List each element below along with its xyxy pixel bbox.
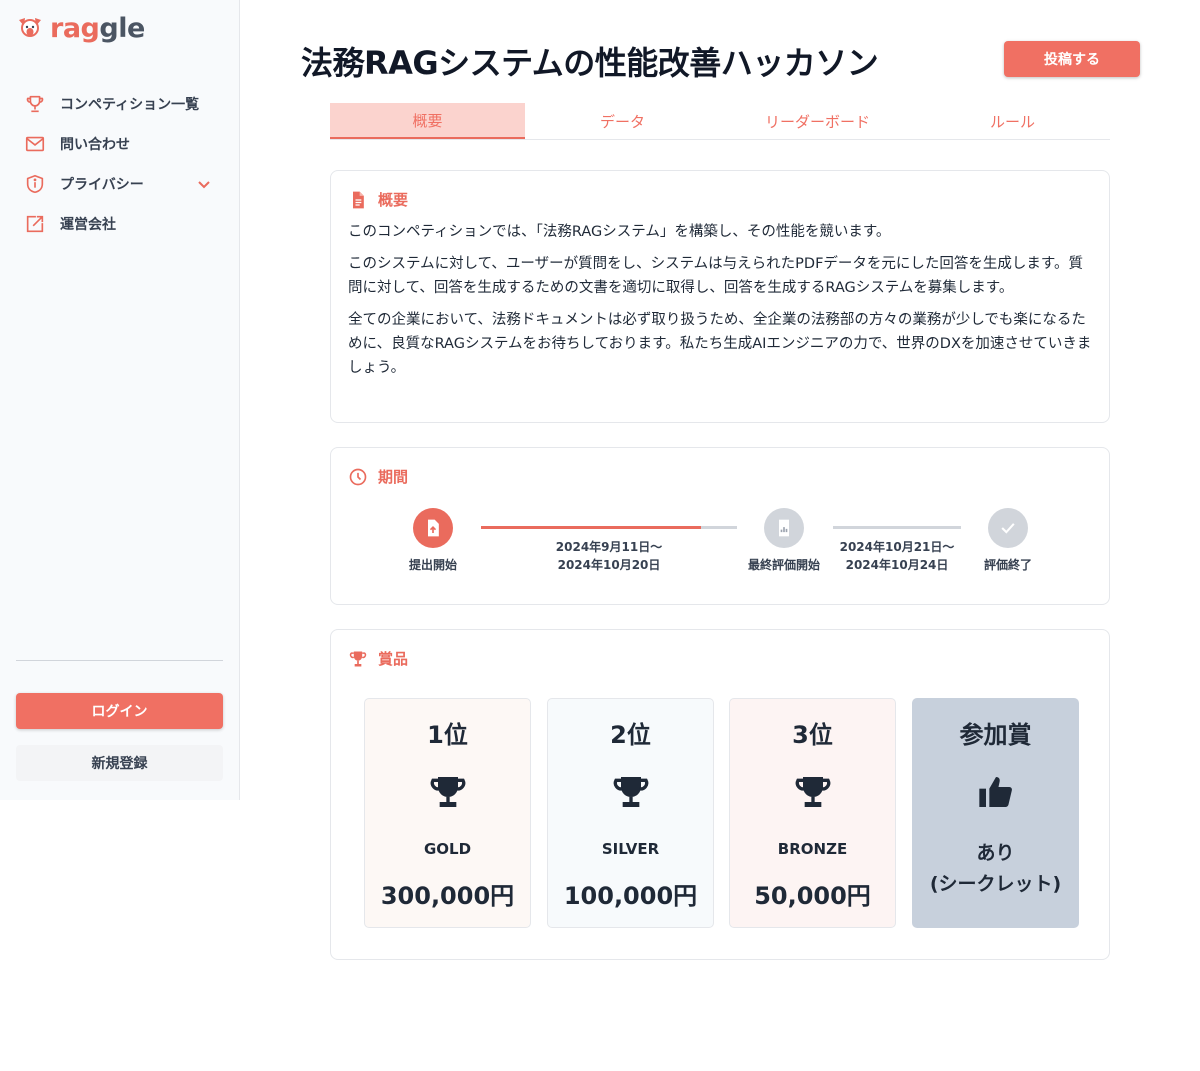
logo-text: raggle — [50, 12, 145, 44]
timeline-progress-2 — [833, 526, 961, 529]
trophy-icon — [26, 95, 44, 113]
period-header: 期間 — [348, 466, 1092, 487]
sidebar-item-company[interactable]: 運営会社 — [24, 204, 220, 244]
prize-tier: BRONZE — [777, 840, 848, 858]
trophy-icon — [349, 651, 367, 666]
submit-button[interactable]: 投稿する — [1004, 41, 1140, 77]
overview-heading: 概要 — [378, 191, 409, 209]
chart-file-icon — [764, 508, 804, 548]
chevron-down-icon[interactable] — [196, 176, 212, 192]
tab-data[interactable]: データ — [525, 103, 720, 139]
overview-paragraph: このシステムに対して、ユーザーが質問をし、システムは与えられたPDFデータを元に… — [348, 256, 1083, 296]
document-icon — [353, 191, 364, 208]
overview-paragraph: このコンペティションでは、「法務RAGシステム」を構築し、その性能を競います。 — [348, 224, 891, 240]
timeline-step-submit: 提出開始 — [373, 508, 493, 573]
sidebar-item-contact[interactable]: 問い合わせ — [24, 124, 220, 164]
sidebar-item-label: 運営会社 — [60, 217, 116, 233]
logo[interactable]: raggle — [16, 14, 145, 42]
sidebar-item-label: プライバシー — [60, 177, 144, 193]
sidebar-item-privacy[interactable]: プライバシー — [24, 164, 220, 204]
sidebar-item-competitions[interactable]: コンペティション一覧 — [24, 84, 220, 124]
tab-overview[interactable]: 概要 — [330, 103, 525, 139]
step-label: 評価終了 — [983, 558, 1032, 572]
external-link-icon — [26, 215, 44, 233]
tab-leaderboard[interactable]: リーダーボード — [720, 103, 915, 139]
prize-card-bronze: 3位 BRONZE 50,000円 — [729, 698, 896, 928]
clock-icon — [349, 468, 367, 485]
overview-card: 概要 このコンペティションでは、「法務RAGシステム」を構築し、その性能を競いま… — [330, 170, 1110, 423]
prizes-card: 賞品 1位 GOLD 300,000円 2位 SILVER 100,000円 3… — [330, 629, 1110, 960]
dog-logo-icon — [19, 18, 41, 37]
prize-tier: SILVER — [601, 840, 660, 858]
prize-amount: 300,000円 — [380, 882, 515, 910]
upload-file-icon — [413, 508, 453, 548]
mail-icon — [25, 136, 45, 152]
timeline-progress-1 — [481, 526, 737, 529]
thumbs-up-icon — [978, 777, 1012, 807]
prize-card-participation: 参加賞 あり (シークレット) — [912, 698, 1079, 928]
prize-amount: 100,000円 — [563, 882, 698, 910]
tab-bar: 概要 データ リーダーボード ルール — [330, 103, 1110, 140]
timeline: 提出開始 2024年9月11日〜 2024年10月20日 最終評価開始 2024… — [331, 508, 1111, 588]
sidebar-item-label: 問い合わせ — [60, 137, 130, 153]
login-button[interactable]: ログイン — [16, 693, 223, 729]
prize-tier: GOLD — [423, 840, 472, 858]
shield-icon — [26, 174, 44, 194]
prize-rank: 参加賞 — [959, 721, 1032, 749]
date-range-1: 2024年9月11日〜 2024年10月20日 — [555, 540, 663, 572]
period-card: 期間 提出開始 2024年9月11日〜 2024年10月20日 最終評価開始 2… — [330, 447, 1110, 605]
prize-card-silver: 2位 SILVER 100,000円 — [547, 698, 714, 928]
sidebar-nav: コンペティション一覧 問い合わせ プライバシー 運営会社 — [24, 84, 220, 244]
overview-header: 概要 — [348, 189, 1092, 210]
trophy-icon — [795, 777, 830, 807]
prize-card-gold: 1位 GOLD 300,000円 — [364, 698, 531, 928]
trophy-icon — [613, 777, 648, 807]
trophy-icon — [430, 777, 465, 807]
prizes-header: 賞品 — [348, 648, 1092, 669]
register-button[interactable]: 新規登録 — [16, 745, 223, 781]
prize-amount: 50,000円 — [754, 882, 871, 910]
prize-rank: 1位 — [427, 721, 468, 749]
page-title: 法務RAGシステムの性能改善ハッカソン — [301, 44, 879, 82]
prize-rank: 2位 — [610, 721, 651, 749]
overview-paragraph: 全ての企業において、法務ドキュメントは必ず取り扱うため、全企業の法務部の方々の業… — [348, 312, 1092, 376]
prize-description: あり (シークレット) — [929, 842, 1062, 895]
sidebar-item-label: コンペティション一覧 — [60, 97, 200, 113]
prizes-heading: 賞品 — [378, 650, 409, 668]
period-heading: 期間 — [378, 468, 409, 486]
step-label: 提出開始 — [408, 558, 457, 572]
timeline-step-eval-end: 評価終了 — [948, 508, 1068, 573]
tab-rules[interactable]: ルール — [915, 103, 1110, 139]
prize-rank: 3位 — [792, 721, 833, 749]
sidebar-divider — [16, 660, 223, 661]
sidebar: raggle コンペティション一覧 問い合わせ プライバシー 運営会社 ログイン… — [0, 0, 240, 800]
check-icon — [988, 508, 1028, 548]
